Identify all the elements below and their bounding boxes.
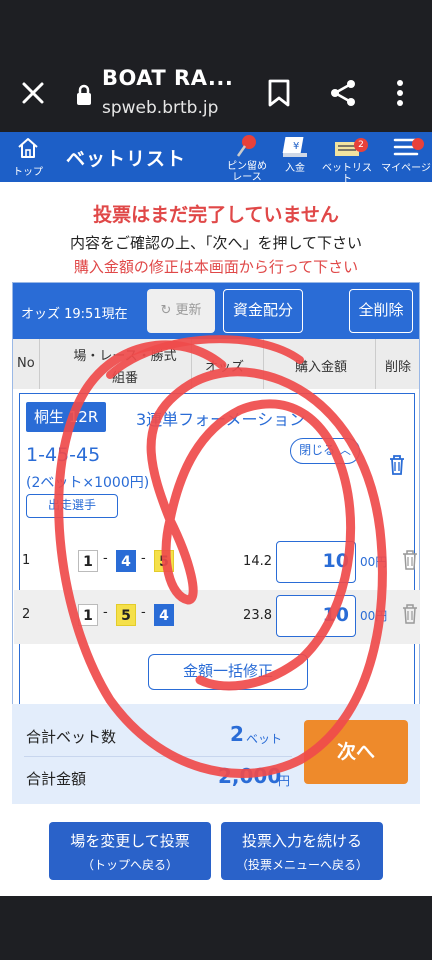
next-button[interactable]: 次へ <box>304 720 408 784</box>
total-label: 合計金額 <box>26 770 87 788</box>
svg-text:¥: ¥ <box>293 141 299 152</box>
table-row: 1 1 - 4 - 5 14.2 10 00円 <box>14 536 420 590</box>
change-venue-sub: （トップへ戻る） <box>81 858 178 872</box>
app-header: トップ ベットリスト ピン留め レース ¥ 入金 2 ベットリスト マイページ <box>0 132 432 185</box>
boat-5: 5 <box>154 550 174 572</box>
home-label: トップ <box>13 167 43 178</box>
divider <box>24 756 292 757</box>
table-row: 2 1 - 5 - 4 23.8 10 00円 <box>14 590 420 644</box>
share-icon[interactable] <box>328 78 358 108</box>
boat-1: 1 <box>78 604 98 626</box>
collapse-button[interactable]: 閉じる ︿ <box>290 438 360 464</box>
row-no: 1 <box>22 553 31 568</box>
table-header: No 場・レース・勝式 組番 オッズ 購入金額 削除 <box>13 339 419 389</box>
refresh-label: 更新 <box>175 303 202 318</box>
refresh-button[interactable]: ↻ 更新 <box>147 289 215 333</box>
odds-toolbar: オッズ 19:51現在 ↻ 更新 資金配分 全削除 <box>13 283 419 339</box>
boat-5: 5 <box>116 604 136 626</box>
main-content: 投票はまだ完了していません 内容をご確認の上、「次へ」を押して下さい 購入金額の… <box>0 182 432 896</box>
trash-icon[interactable] <box>388 454 406 476</box>
deposit-icon: ¥ <box>282 137 307 157</box>
summary-panel: 合計ベット数 2 ベット 合計金額 2,000 円 次へ <box>12 704 420 804</box>
bulk-edit-button[interactable]: 金額一括修正 <box>148 654 308 690</box>
lock-icon <box>77 84 91 105</box>
separator: - <box>103 605 108 620</box>
divider <box>191 339 192 389</box>
mypage-label: マイページ <box>381 163 431 174</box>
boat-4: 4 <box>154 604 174 626</box>
mypage-button[interactable]: マイページ <box>380 134 432 174</box>
racers-button[interactable]: 出走選手 <box>26 494 118 518</box>
change-venue-label: 場を変更して投票 <box>70 832 190 850</box>
close-icon[interactable] <box>18 78 48 108</box>
page-domain: spweb.brtb.jp <box>102 98 219 118</box>
race-venue-badge: 桐生 12R <box>26 402 107 432</box>
trash-icon[interactable] <box>402 550 418 570</box>
combination: 1-45-45 <box>26 444 101 466</box>
bet-count-value: 2 <box>230 722 244 746</box>
more-icon[interactable] <box>392 78 408 108</box>
col-race: 場・レース・勝式 <box>73 349 177 364</box>
separator: - <box>141 551 146 566</box>
col-no: No <box>17 356 35 371</box>
total-value: 2,000 <box>218 764 282 788</box>
boat-1: 1 <box>78 550 98 572</box>
notice-title: 投票はまだ完了していません <box>93 204 339 226</box>
mypage-badge <box>412 138 424 150</box>
status-bar <box>0 0 432 56</box>
amount-unit: 00円 <box>360 609 388 623</box>
divider <box>39 339 40 389</box>
refresh-icon: ↻ <box>160 303 172 318</box>
home-button[interactable]: トップ <box>8 136 48 178</box>
separator: - <box>141 605 146 620</box>
bet-list-badge: 2 <box>354 138 368 152</box>
bet-count-unit: ベット <box>246 732 283 746</box>
col-delete: 削除 <box>385 360 412 375</box>
notice-line1: 内容をご確認の上、「次へ」を押して下さい <box>69 234 363 252</box>
notice-line2: 購入金額の修正は本画面から行って下さい <box>73 258 359 276</box>
home-icon <box>18 138 38 158</box>
total-unit: 円 <box>278 774 291 788</box>
separator: - <box>103 551 108 566</box>
delete-all-button[interactable]: 全削除 <box>349 289 413 333</box>
bet-list-button[interactable]: 2 ベットリスト <box>318 134 376 185</box>
row-no: 2 <box>22 607 31 622</box>
amount-input[interactable]: 10 <box>276 541 356 583</box>
pinned-races-label: ピン留め レース <box>227 161 267 183</box>
bet-type: 3連単フォーメーション <box>136 410 306 429</box>
continue-sub: （投票メニューへ戻る） <box>235 858 368 872</box>
continue-label: 投票入力を続ける <box>241 832 362 850</box>
trash-icon[interactable] <box>402 604 418 624</box>
allocate-button[interactable]: 資金配分 <box>223 289 303 333</box>
divider <box>375 339 376 389</box>
page-title-text: BOAT RA... <box>102 66 234 90</box>
chevron-up-icon: ︿ <box>338 443 351 457</box>
odds-timestamp: オッズ 19:51現在 <box>21 307 128 322</box>
browser-toolbar: BOAT RA... spweb.brtb.jp <box>0 56 432 132</box>
bookmark-icon[interactable] <box>266 78 292 108</box>
deposit-button[interactable]: ¥ 入金 <box>278 134 312 174</box>
bet-count-label: 合計ベット数 <box>26 728 117 746</box>
col-amount: 購入金額 <box>295 360 348 375</box>
change-venue-button[interactable]: 場を変更して投票 （トップへ戻る） <box>49 822 211 880</box>
deposit-label: 入金 <box>285 163 305 174</box>
continue-voting-button[interactable]: 投票入力を続ける （投票メニューへ戻る） <box>221 822 383 880</box>
col-odds: オッズ <box>205 360 245 375</box>
bet-summary: (2ベット×1000円) <box>26 475 150 491</box>
pinned-races-button[interactable]: ピン留め レース <box>222 134 272 183</box>
system-nav-bar <box>0 896 432 960</box>
divider <box>263 339 264 389</box>
odds-value: 23.8 <box>243 608 272 623</box>
pin-icon <box>236 135 256 157</box>
odds-value: 14.2 <box>243 554 272 569</box>
collapse-label: 閉じる <box>299 443 336 457</box>
page-title: ベットリスト <box>66 148 187 170</box>
col-combo: 組番 <box>111 371 138 386</box>
boat-4: 4 <box>116 550 136 572</box>
amount-input[interactable]: 10 <box>276 595 356 637</box>
amount-unit: 00円 <box>360 555 388 569</box>
